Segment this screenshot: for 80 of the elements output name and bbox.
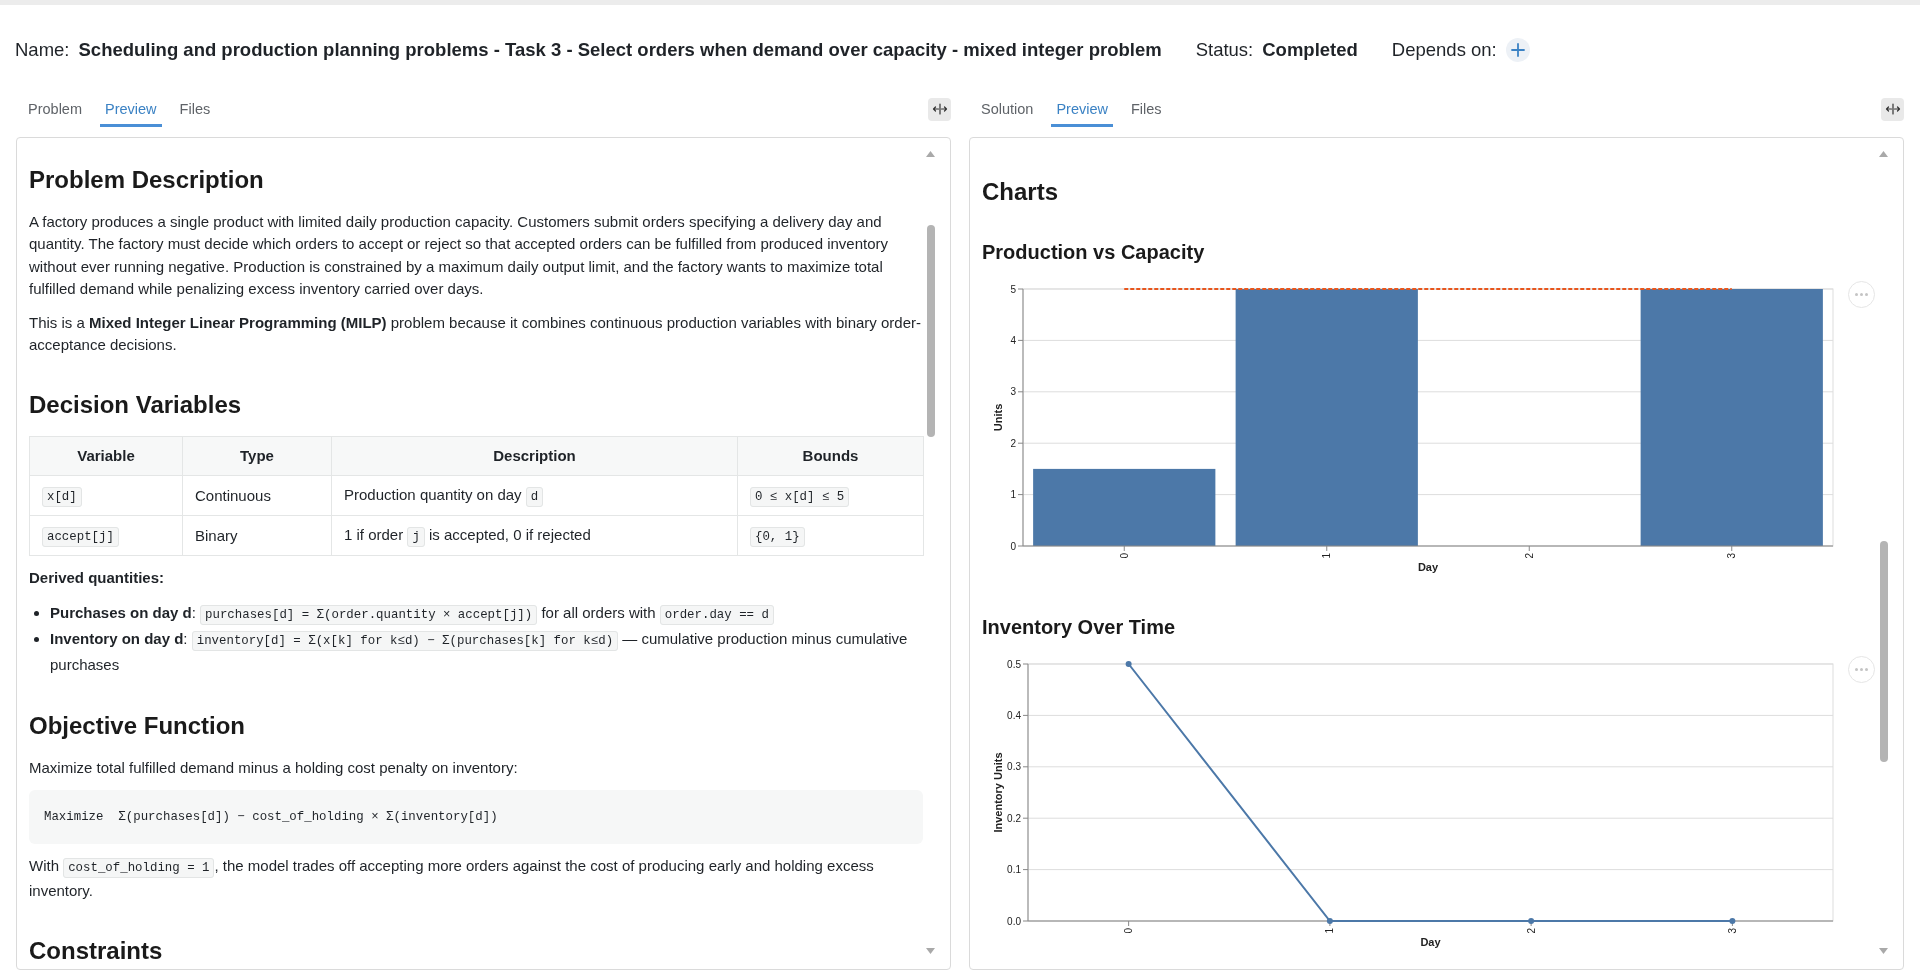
tick-label: 0 — [1118, 553, 1130, 559]
scroll-up-icon[interactable] — [926, 151, 935, 157]
paragraph: Maximize total fulfilled demand minus a holding cost penalty on inventory: — [29, 757, 519, 778]
tick-label: 0.0 — [1007, 915, 1021, 927]
status-value: Completed — [1262, 39, 1358, 61]
list-item-text: Purchases on day d: purchases[d] = Σ(order.quantity × accept[j]) for all orders with order.day == d — [50, 600, 774, 627]
tick-label: 4 — [1010, 334, 1016, 346]
axis-title: Units — [992, 403, 1004, 432]
axis-title: Day — [1420, 936, 1441, 948]
tick-label: 0.5 — [1007, 658, 1021, 670]
table-cell: accept[j] — [29, 515, 183, 556]
scrollbar-thumb[interactable] — [1880, 541, 1888, 762]
tab[interactable]: Preview — [100, 91, 162, 127]
field-label: Depends on: — [1391, 39, 1497, 61]
scroll-up-icon[interactable] — [1879, 151, 1888, 157]
tab[interactable]: Files — [174, 91, 216, 127]
resize-horizontal-icon — [931, 103, 948, 115]
paragraph: A factory produces a single product with limited daily production capacity. Customers submit orders specifying a delivery day and quantity. The factory must decide which orders to accept or reject so that accepted orders can be fulfilled from produced inventory without ever running negative. Production is constrained by a maximum daily output limit, and the factory wants to maximize total fulfilled demand while penalizing excess inventory carried over days. — [29, 212, 890, 300]
axis-title: Inventory Units — [992, 752, 1004, 833]
bullet-icon — [34, 636, 39, 642]
table-cell: {0, 1} — [737, 515, 924, 556]
table-cell: 1 if order j is accepted, 0 if rejected — [331, 515, 738, 556]
tab[interactable]: Solution — [976, 91, 1039, 127]
scroll-down-icon[interactable] — [926, 948, 935, 954]
section-heading: Objective Function — [29, 711, 247, 740]
tick-label: 0 — [1123, 928, 1135, 934]
tick-label: 2 — [1010, 437, 1016, 449]
more-options-button[interactable] — [1848, 281, 1875, 308]
more-options-button[interactable] — [1848, 656, 1875, 683]
axis-title: Day — [1417, 561, 1439, 573]
column-header: Type — [182, 436, 332, 476]
column-header: Description — [331, 436, 738, 476]
paragraph: This is a Mixed Integer Linear Programming (MILP) problem because it combines continuous production variables with binary order-acceptance decisions. — [29, 312, 922, 356]
tick-label: 0.1 — [1007, 864, 1021, 876]
tick-label: 2 — [1525, 928, 1537, 934]
tick-label: 0.3 — [1007, 761, 1021, 773]
section-heading: Constraints — [29, 937, 164, 966]
expand-button[interactable] — [1881, 97, 1904, 121]
tick-label: 3 — [1726, 553, 1738, 559]
tick-label: 0.4 — [1007, 709, 1021, 721]
tick-label: 1 — [1324, 928, 1336, 934]
section-heading: Charts — [982, 178, 1060, 206]
chart-title: Production vs Capacity — [982, 240, 1206, 264]
section-heading: Problem Description — [29, 166, 265, 194]
task-name: Scheduling and production planning problems - Task 3 - Select orders when demand over capacity - mixed integer problem — [78, 39, 1162, 61]
tick-label: 0 — [1010, 540, 1016, 552]
tick-label: 3 — [1010, 386, 1016, 398]
code-block: Maximize Σ(purchases[d]) − cost_of_holding × Σ(inventory[d]) — [29, 790, 923, 845]
table-cell: 0 ≤ x[d] ≤ 5 — [737, 475, 924, 516]
column-header: Bounds — [737, 436, 924, 476]
subheading: Derived quantities: — [29, 568, 166, 589]
tick-label: 2 — [1523, 553, 1535, 559]
scrollbar-thumb[interactable] — [927, 225, 935, 437]
table-cell: Binary — [182, 515, 332, 556]
table-cell: Continuous — [182, 475, 332, 516]
tick-label: 3 — [1726, 928, 1738, 934]
chart-title: Inventory Over Time — [982, 615, 1177, 639]
field-label: Status: — [1195, 39, 1254, 61]
tab[interactable]: Preview — [1051, 91, 1113, 127]
table-cell: Production quantity on day d — [331, 475, 738, 516]
expand-button[interactable] — [928, 97, 951, 121]
table-cell: x[d] — [29, 475, 183, 516]
tick-label: 5 — [1010, 283, 1016, 295]
list-item-text: Inventory on day d: inventory[d] = Σ(x[k] for k≤d) − Σ(purchases[k] for k≤d) — cumulative production minus cumulative purchases — [50, 628, 909, 675]
resize-horizontal-icon — [1884, 103, 1901, 115]
section-heading: Decision Variables — [29, 391, 243, 420]
ellipsis-icon — [1855, 668, 1868, 671]
ellipsis-icon — [1855, 293, 1868, 296]
column-header: Variable — [29, 436, 183, 476]
scroll-down-icon[interactable] — [1879, 948, 1888, 954]
tab[interactable]: Files — [1126, 91, 1167, 127]
paragraph: With cost_of_holding = 1 , the model trades off accepting more orders against the cost of producing early and holding excess inventory. — [29, 856, 875, 901]
bullet-icon — [34, 610, 39, 616]
tick-label: 0.2 — [1007, 812, 1021, 824]
tick-label: 1 — [1010, 489, 1016, 501]
plus-icon — [1510, 43, 1525, 57]
add-dependency-button[interactable] — [1505, 38, 1530, 62]
tick-label: 1 — [1321, 553, 1333, 559]
tab[interactable]: Problem — [23, 91, 87, 127]
field-label: Name: — [15, 39, 70, 61]
